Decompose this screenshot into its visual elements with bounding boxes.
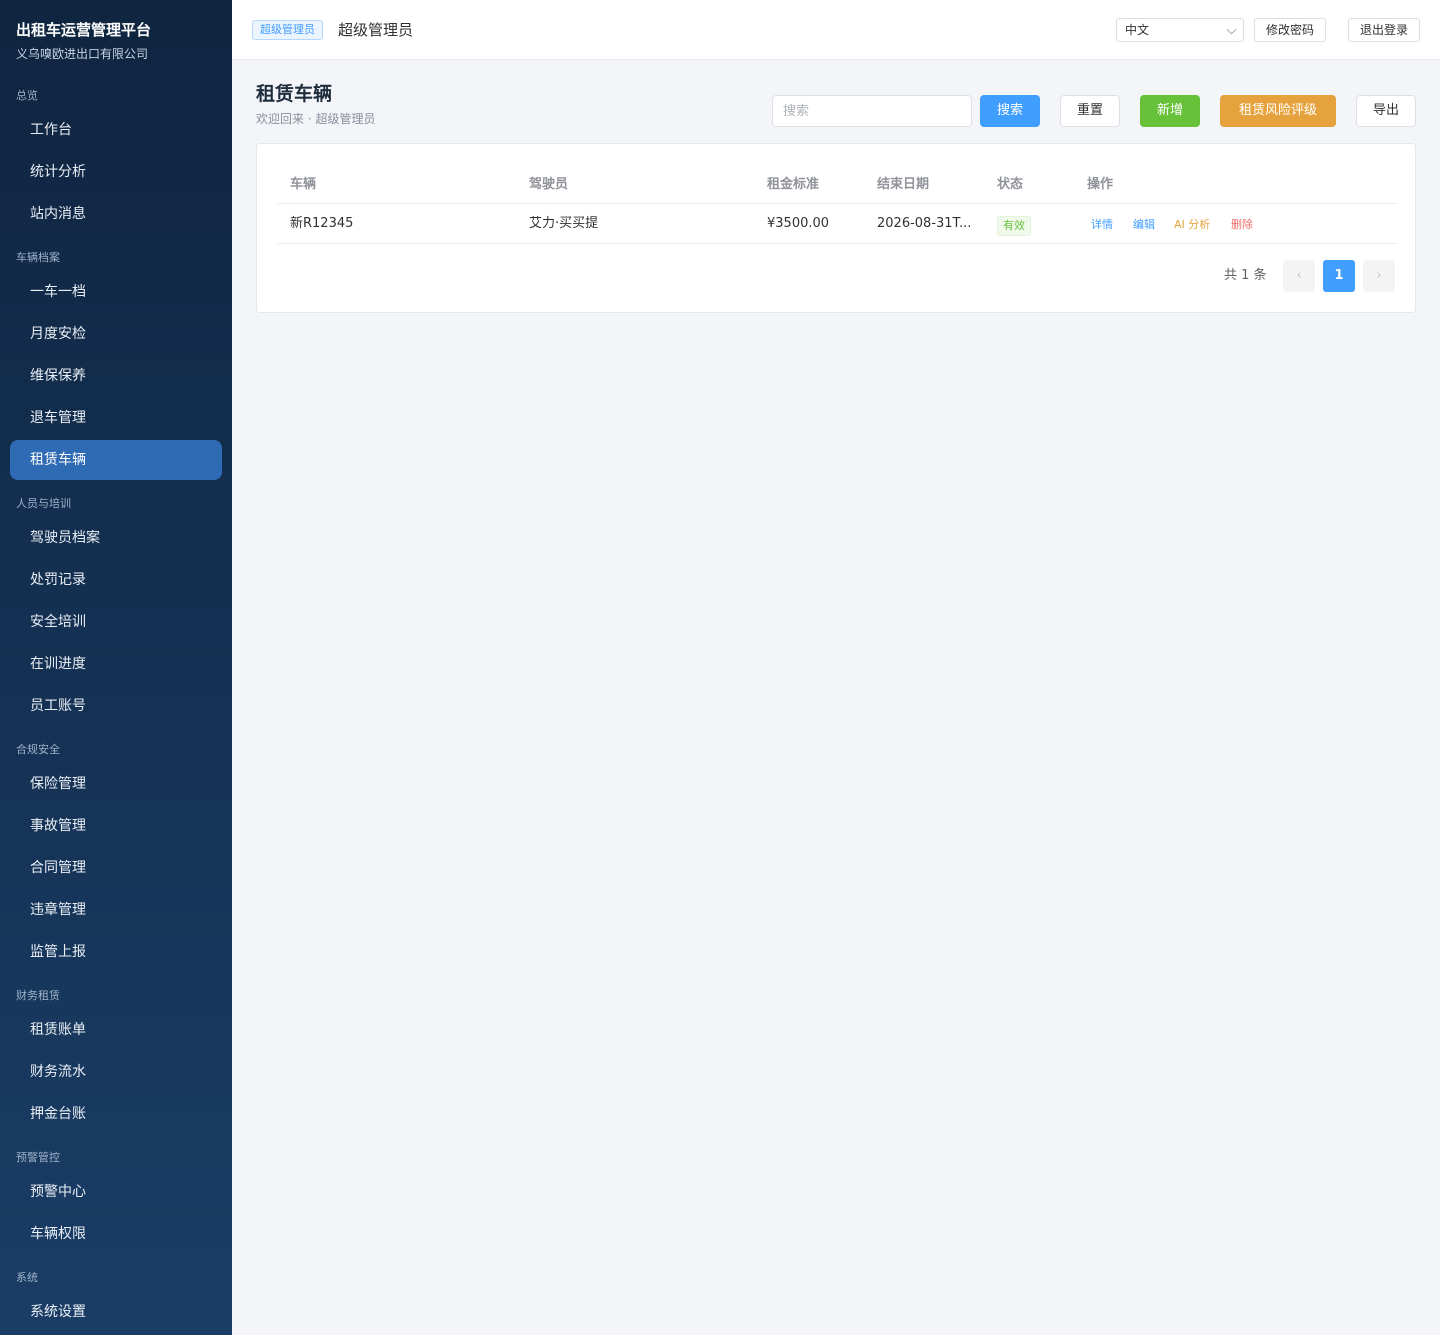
sidebar-item-maintenance[interactable]: 维保保养	[10, 356, 222, 396]
cell-end-date: 2026-08-31T...	[877, 216, 972, 231]
sidebar-item-rental-vehicles[interactable]: 租赁车辆	[10, 440, 222, 480]
add-button[interactable]: 新增	[1140, 95, 1200, 127]
current-user-name: 超级管理员	[338, 21, 414, 39]
sidebar-item-system-settings[interactable]: 系统设置	[10, 1292, 222, 1332]
sidebar-item-alert-center[interactable]: 预警中心	[10, 1172, 222, 1212]
sidebar-item-vehicle-permissions[interactable]: 车辆权限	[10, 1214, 222, 1254]
cell-driver: 艾力·买买提	[529, 216, 599, 231]
sidebar-item-monthly-inspection[interactable]: 月度安检	[10, 314, 222, 354]
group-label-system: 系统	[16, 1271, 38, 1284]
pagination-total: 共 1 条	[1224, 268, 1267, 283]
role-badge: 超级管理员	[252, 20, 323, 40]
page-subtitle: 欢迎回来 · 超级管理员	[256, 112, 376, 126]
language-select-value: 中文	[1125, 23, 1150, 37]
sidebar: 出租车运营管理平台 义乌嗅欧进出口有限公司 总览 工作台 统计分析 站内消息 车…	[0, 0, 232, 1335]
cell-rent: ¥3500.00	[767, 216, 830, 231]
column-header-end-date: 结束日期	[877, 177, 930, 192]
group-label-alert: 预警管控	[16, 1151, 60, 1164]
page-title: 租赁车辆	[256, 83, 333, 105]
brand: 出租车运营管理平台 义乌嗅欧进出口有限公司	[0, 0, 232, 72]
status-badge: 有效	[997, 216, 1031, 236]
app-title: 出租车运营管理平台	[16, 21, 152, 39]
table-header-divider	[277, 203, 1397, 204]
company-name: 义乌嗅欧进出口有限公司	[16, 47, 149, 61]
sidebar-item-violations[interactable]: 违章管理	[10, 890, 222, 930]
column-header-vehicle: 车辆	[290, 177, 317, 192]
sidebar-item-statistics[interactable]: 统计分析	[10, 152, 222, 192]
logout-button[interactable]: 退出登录	[1348, 18, 1420, 42]
sidebar-item-training-progress[interactable]: 在训进度	[10, 644, 222, 684]
sidebar-item-vehicle-profile[interactable]: 一车一档	[10, 272, 222, 312]
sidebar-item-workbench[interactable]: 工作台	[10, 110, 222, 150]
sidebar-item-rental-bills[interactable]: 租赁账单	[10, 1010, 222, 1050]
delete-link[interactable]: 删除	[1231, 218, 1253, 232]
search-button[interactable]: 搜索	[980, 95, 1040, 127]
ai-analysis-link[interactable]: AI 分析	[1174, 218, 1210, 232]
cell-vehicle: 新R12345	[290, 216, 354, 231]
sidebar-item-vehicle-return[interactable]: 退车管理	[10, 398, 222, 438]
sidebar-item-contracts[interactable]: 合同管理	[10, 848, 222, 888]
detail-link[interactable]: 详情	[1091, 218, 1113, 232]
export-button[interactable]: 导出	[1356, 95, 1416, 127]
group-label-compliance: 合规安全	[16, 743, 60, 756]
sidebar-item-driver-files[interactable]: 驾驶员档案	[10, 518, 222, 558]
sidebar-item-accidents[interactable]: 事故管理	[10, 806, 222, 846]
column-header-status: 状态	[997, 177, 1024, 192]
change-password-button[interactable]: 修改密码	[1254, 18, 1326, 42]
search-input[interactable]	[772, 95, 972, 127]
reset-button[interactable]: 重置	[1060, 95, 1120, 127]
column-header-rent: 租金标准	[767, 177, 820, 192]
sidebar-item-messages[interactable]: 站内消息	[10, 194, 222, 234]
sidebar-item-finance-flow[interactable]: 财务流水	[10, 1052, 222, 1092]
group-label-overview: 总览	[16, 89, 38, 102]
table-card: 车辆 驾驶员 租金标准 结束日期 状态 操作 新R12345 艾力·买买提 ¥3…	[256, 143, 1416, 313]
group-label-vehicle-files: 车辆档案	[16, 251, 60, 264]
page-number-button[interactable]: 1	[1323, 260, 1355, 292]
table-row-divider	[277, 243, 1397, 244]
sidebar-item-staff-accounts[interactable]: 员工账号	[10, 686, 222, 726]
risk-rating-button[interactable]: 租赁风险评级	[1220, 95, 1336, 127]
prev-page-button[interactable]: ‹	[1283, 260, 1315, 292]
language-select[interactable]: 中文	[1116, 18, 1244, 42]
sidebar-item-deposit-ledger[interactable]: 押金台账	[10, 1094, 222, 1134]
group-label-finance: 财务租赁	[16, 989, 60, 1002]
column-header-driver: 驾驶员	[529, 177, 569, 192]
sidebar-item-insurance[interactable]: 保险管理	[10, 764, 222, 804]
sidebar-item-safety-training[interactable]: 安全培训	[10, 602, 222, 642]
group-label-staff-training: 人员与培训	[16, 497, 71, 510]
chevron-down-icon	[1226, 24, 1237, 35]
next-page-button[interactable]: ›	[1363, 260, 1395, 292]
column-header-actions: 操作	[1087, 177, 1114, 192]
edit-link[interactable]: 编辑	[1133, 218, 1155, 232]
sidebar-item-regulatory-report[interactable]: 监管上报	[10, 932, 222, 972]
topbar: 超级管理员 超级管理员 中文 修改密码 退出登录	[232, 0, 1440, 60]
sidebar-item-penalty-records[interactable]: 处罚记录	[10, 560, 222, 600]
